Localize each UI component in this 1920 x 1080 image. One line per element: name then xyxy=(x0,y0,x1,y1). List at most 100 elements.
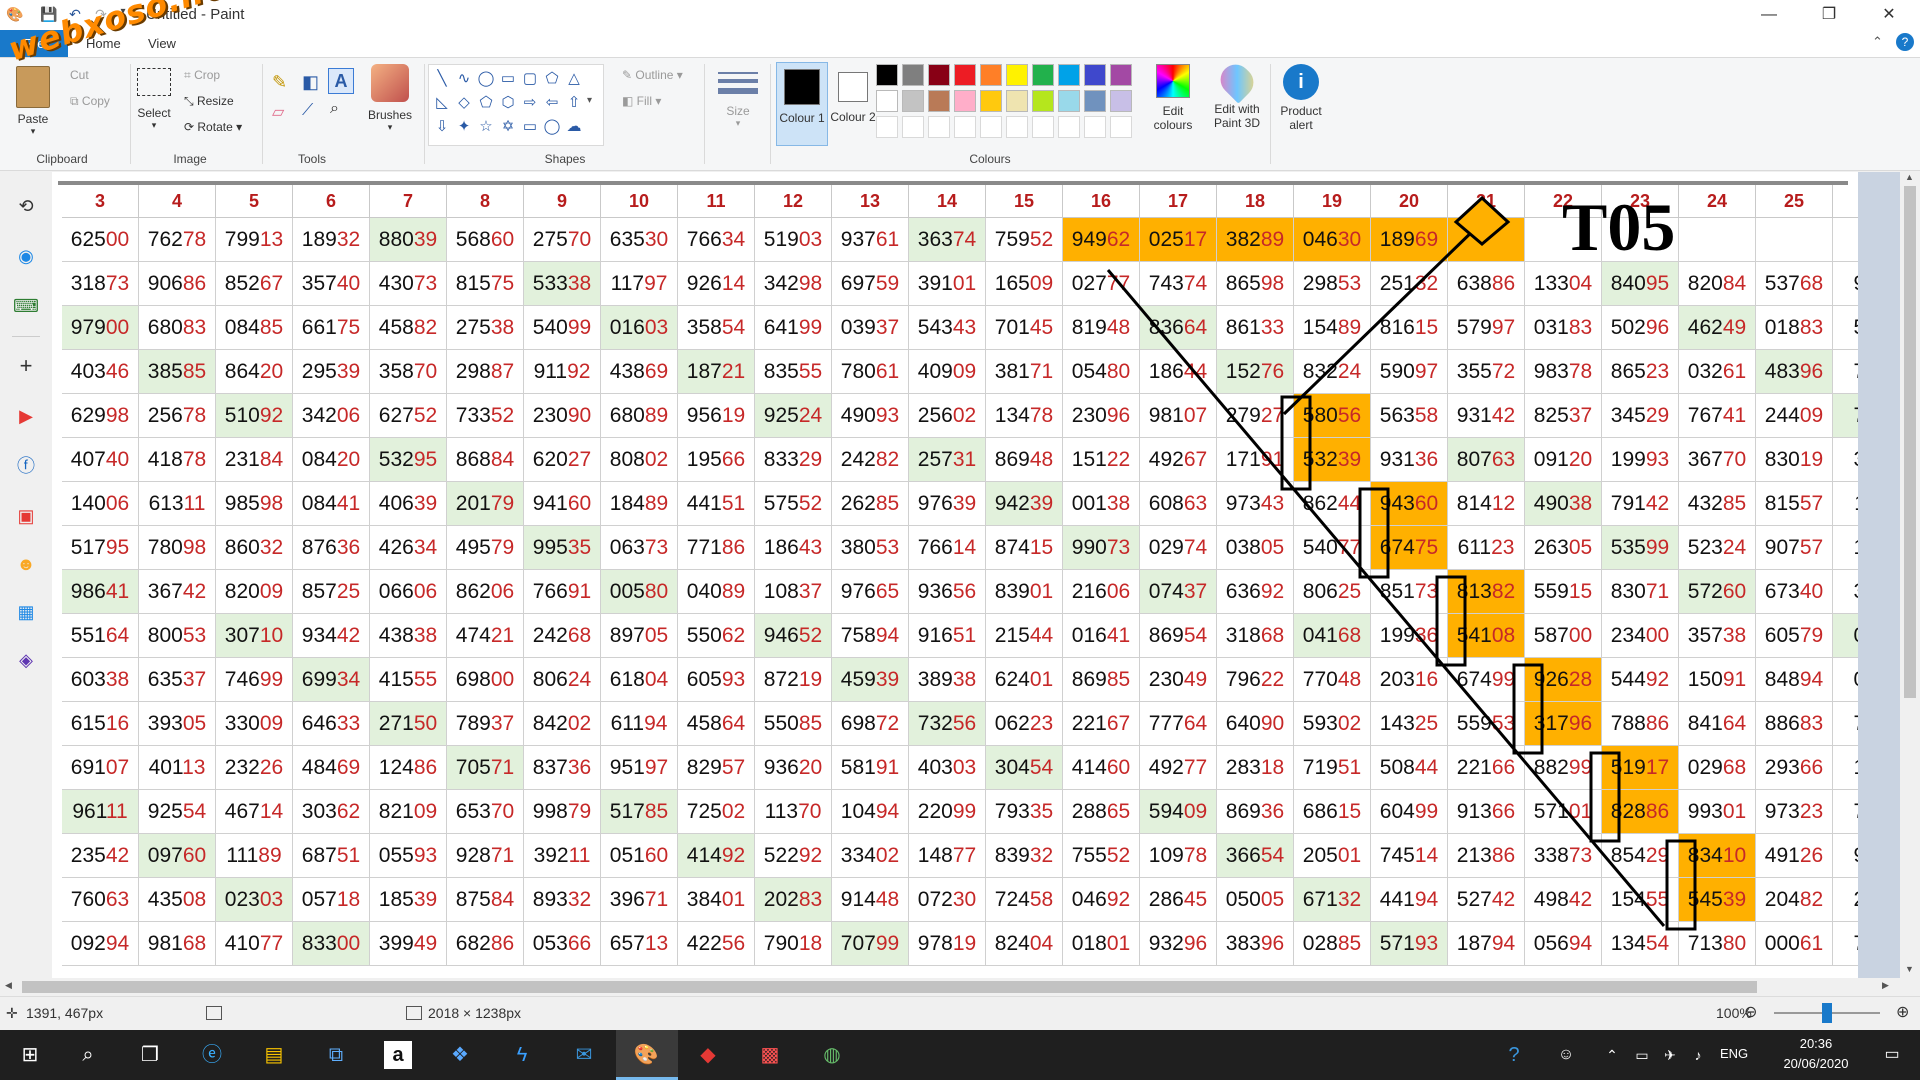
dropbox-icon[interactable]: ❖ xyxy=(446,1041,474,1069)
edit-with-paint3d-button[interactable]: Edit with Paint 3D xyxy=(1208,58,1266,130)
notifications-icon[interactable]: ▭ xyxy=(1878,1041,1906,1069)
custom-colour-slot[interactable] xyxy=(954,116,976,138)
palette-swatch[interactable] xyxy=(876,64,898,86)
edit-colours-button[interactable]: Edit colours xyxy=(1150,62,1196,132)
color-picker-icon[interactable]: ⟋ xyxy=(302,102,313,120)
rectangle-shape-icon[interactable]: ▭ xyxy=(497,69,519,87)
input-language[interactable]: ENG xyxy=(1720,1046,1748,1061)
app-icon-1[interactable]: ◆ xyxy=(694,1041,722,1069)
copy-button[interactable]: ⧉ Copy xyxy=(70,94,110,109)
palette-swatch[interactable] xyxy=(1032,64,1054,86)
file-explorer-icon[interactable]: ▤ xyxy=(260,1041,288,1069)
zoom-out-button[interactable]: ⊖ xyxy=(1744,1002,1757,1022)
palette-swatch[interactable] xyxy=(876,90,898,112)
app-icon-2[interactable]: ▩ xyxy=(756,1041,784,1069)
horizontal-scrollbar[interactable]: ◀ ▶ xyxy=(0,978,1920,996)
edge-icon[interactable]: ⓔ xyxy=(198,1041,226,1069)
magnifier-icon[interactable]: ⌕ xyxy=(330,100,339,118)
palette-swatch[interactable] xyxy=(954,90,976,112)
facebook-icon[interactable]: ⓕ xyxy=(12,452,40,480)
arrow-left-shape-icon[interactable]: ⇦ xyxy=(541,93,563,111)
custom-colour-slot[interactable] xyxy=(902,116,924,138)
diamond-shape-icon[interactable]: ◇ xyxy=(453,93,475,111)
custom-colour-slot[interactable] xyxy=(1032,116,1054,138)
volume-icon[interactable]: ♪ xyxy=(1684,1041,1712,1069)
scroll-down-icon[interactable]: ▼ xyxy=(1905,964,1914,974)
arrow-up-shape-icon[interactable]: ⇧ xyxy=(563,93,585,111)
messenger-icon[interactable]: ◉ xyxy=(12,242,40,270)
paste-button[interactable]: Paste ▾ xyxy=(10,66,56,137)
windows-start-icon[interactable]: ⊞ xyxy=(16,1041,44,1069)
palette-swatch[interactable] xyxy=(1006,90,1028,112)
shop-promo-icon[interactable]: ◈ xyxy=(12,646,40,674)
game-controller-icon[interactable]: ⌨ xyxy=(12,292,40,320)
custom-colour-slot[interactable] xyxy=(1058,116,1080,138)
curve-shape-icon[interactable]: ∿ xyxy=(453,69,475,87)
eraser-icon[interactable]: ▱ xyxy=(272,102,284,122)
brushes-button[interactable]: Brushes ▾ xyxy=(364,64,416,133)
search-icon[interactable]: ⌕ xyxy=(74,1041,102,1069)
scroll-left-icon[interactable]: ◀ xyxy=(5,980,12,991)
horizontal-scroll-thumb[interactable] xyxy=(22,981,1757,993)
fill-bucket-icon[interactable]: ◧ xyxy=(302,72,319,93)
custom-colour-slot[interactable] xyxy=(928,116,950,138)
palette-swatch[interactable] xyxy=(902,64,924,86)
select-button[interactable]: Select ▾ xyxy=(134,68,174,131)
app-icon-3[interactable]: ◍ xyxy=(818,1041,846,1069)
colour2-button[interactable]: Colour 2 xyxy=(830,62,876,124)
pencil-icon[interactable]: ✎ xyxy=(272,72,287,93)
scroll-up-icon[interactable]: ▲ xyxy=(1905,172,1914,182)
palette-swatch[interactable] xyxy=(1032,90,1054,112)
hexagon-shape-icon[interactable]: ⬡ xyxy=(497,93,519,111)
custom-colour-slot[interactable] xyxy=(1110,116,1132,138)
palette-swatch[interactable] xyxy=(1110,64,1132,86)
oval-shape-icon[interactable]: ◯ xyxy=(475,69,497,87)
zoom-slider-thumb[interactable] xyxy=(1822,1003,1832,1023)
polygon-shape-icon[interactable]: ⬠ xyxy=(541,69,563,87)
palette-swatch[interactable] xyxy=(1110,90,1132,112)
close-button[interactable]: ✕ xyxy=(1866,0,1912,30)
line-shape-icon[interactable]: ╲ xyxy=(431,69,453,87)
tiki-icon[interactable]: ▦ xyxy=(12,598,40,626)
pentagon-shape-icon[interactable]: ⬠ xyxy=(475,93,497,111)
arrow-right-shape-icon[interactable]: ⇨ xyxy=(519,93,541,111)
cloud-callout-shape-icon[interactable]: ☁ xyxy=(563,117,585,135)
oval-callout-shape-icon[interactable]: ◯ xyxy=(541,117,563,135)
crop-button[interactable]: ⌗ Crop xyxy=(184,68,220,83)
rotate-button[interactable]: ⟳ Rotate ▾ xyxy=(184,120,242,134)
right-triangle-shape-icon[interactable]: ◺ xyxy=(431,93,453,111)
palette-swatch[interactable] xyxy=(1006,64,1028,86)
battery-icon[interactable]: ▭ xyxy=(1628,1041,1656,1069)
vertical-scroll-thumb[interactable] xyxy=(1904,186,1916,698)
image-canvas[interactable]: 3456789101112131415161718192021222324252… xyxy=(52,172,1858,978)
rounded-rectangle-shape-icon[interactable]: ▢ xyxy=(519,69,541,87)
help-tray-icon[interactable]: ? xyxy=(1500,1041,1528,1069)
shapes-scroll-icon[interactable]: ▾ xyxy=(587,95,592,106)
mail-icon[interactable]: ✉ xyxy=(570,1041,598,1069)
fill-button[interactable]: ◧ Fill ▾ xyxy=(622,94,661,108)
minimize-button[interactable]: — xyxy=(1746,0,1792,30)
shopping-bag-icon[interactable]: ▣ xyxy=(12,502,40,530)
custom-colour-slot[interactable] xyxy=(1084,116,1106,138)
callout-shape-icon[interactable]: ▭ xyxy=(519,117,541,135)
resize-button[interactable]: ⤡ Resize xyxy=(184,94,234,109)
add-icon[interactable]: + xyxy=(12,352,40,380)
triangle-shape-icon[interactable]: △ xyxy=(563,69,585,87)
custom-colour-slot[interactable] xyxy=(1006,116,1028,138)
palette-swatch[interactable] xyxy=(1058,64,1080,86)
tab-view[interactable]: View xyxy=(148,36,176,51)
youtube-icon[interactable]: ▶ xyxy=(12,402,40,430)
store-icon[interactable]: ⧉ xyxy=(322,1041,350,1069)
palette-swatch[interactable] xyxy=(902,90,924,112)
paint-taskbar-icon[interactable]: 🎨 xyxy=(632,1041,660,1069)
six-point-star-shape-icon[interactable]: ✡ xyxy=(497,117,519,135)
palette-swatch[interactable] xyxy=(954,64,976,86)
product-alert-button[interactable]: i Product alert xyxy=(1272,62,1330,132)
text-tool-icon[interactable]: A xyxy=(328,68,354,94)
palette-swatch[interactable] xyxy=(1058,90,1080,112)
visual-studio-code-icon[interactable]: ϟ xyxy=(508,1041,536,1069)
custom-colour-slot[interactable] xyxy=(876,116,898,138)
show-hidden-icons[interactable]: ⌃ xyxy=(1598,1041,1626,1069)
zoom-in-button[interactable]: ⊕ xyxy=(1896,1002,1909,1022)
colour1-button[interactable]: Colour 1 xyxy=(776,62,828,146)
